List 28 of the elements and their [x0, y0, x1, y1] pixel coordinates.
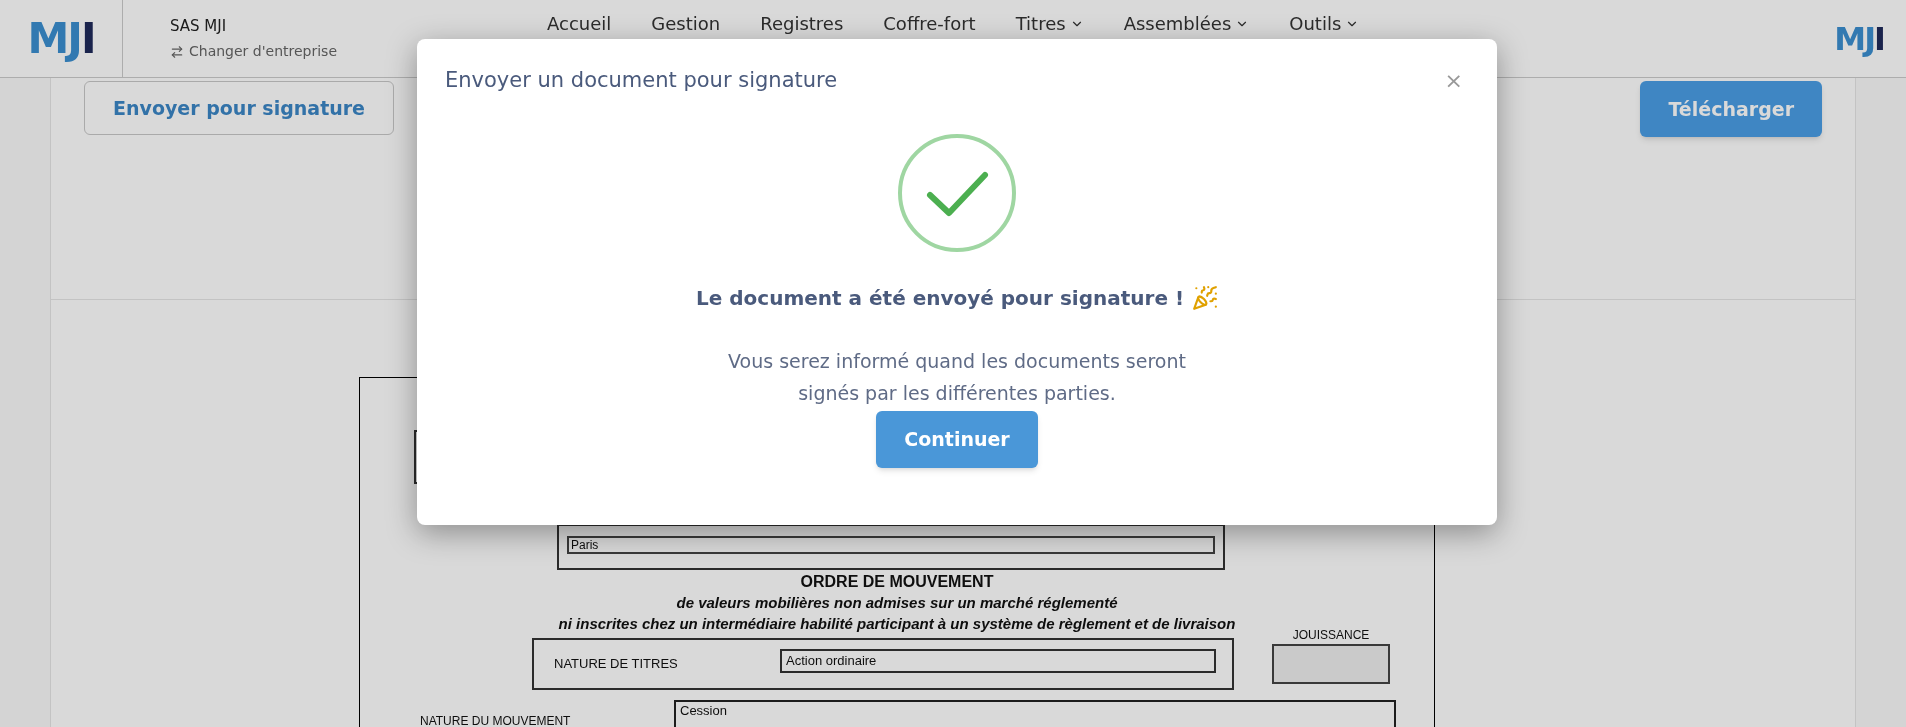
switch-icon: [170, 44, 184, 59]
field-label: NATURE DE TITRES: [554, 655, 679, 674]
form-subtitle: ni inscrites chez un intermédiaire habilité participant à un système de règlement et de livraison: [558, 614, 1236, 634]
party-popper-icon: [1192, 284, 1219, 311]
city-field[interactable]: Paris: [567, 536, 1215, 554]
nav-link[interactable]: Coffre-fort: [883, 10, 976, 37]
success-message: Vous serez informé quand les documents seront signés par les différentes parties.: [727, 348, 1187, 406]
nav-link[interactable]: Assemblées: [1123, 10, 1250, 37]
nav-link[interactable]: Titres: [1015, 10, 1084, 37]
success-heading: Le document a été envoyé pour signature !: [695, 284, 1185, 312]
switch-company-link[interactable]: Changer d'entreprise: [170, 41, 338, 63]
logo[interactable]: MJI: [1834, 22, 1884, 55]
nav-link[interactable]: Registres: [760, 10, 844, 37]
modal-title: Envoyer un document pour signature: [445, 67, 838, 94]
form-title: ORDRE DE MOUVEMENT: [800, 572, 994, 592]
nav-link[interactable]: Gestion: [651, 10, 721, 37]
success-check-icon: [897, 132, 1017, 253]
send-for-signature-button[interactable]: Envoyer pour signature: [84, 81, 394, 135]
securities-field[interactable]: Action ordinaire: [780, 649, 1216, 673]
logo[interactable]: MJI: [27, 17, 95, 60]
field-label: JOUISSANCE: [1292, 627, 1370, 644]
nav-link[interactable]: Outils: [1289, 10, 1360, 37]
company-name: SAS MJI: [170, 15, 228, 37]
enjoyment-field[interactable]: [1272, 644, 1390, 684]
field-label: NATURE DU MOUVEMENT: [420, 713, 572, 727]
form-subtitle: de valeurs mobilières non admises sur un marché réglementé: [676, 593, 1118, 613]
nav-link[interactable]: Accueil: [547, 10, 612, 37]
movement-field[interactable]: Cession: [674, 700, 1396, 727]
